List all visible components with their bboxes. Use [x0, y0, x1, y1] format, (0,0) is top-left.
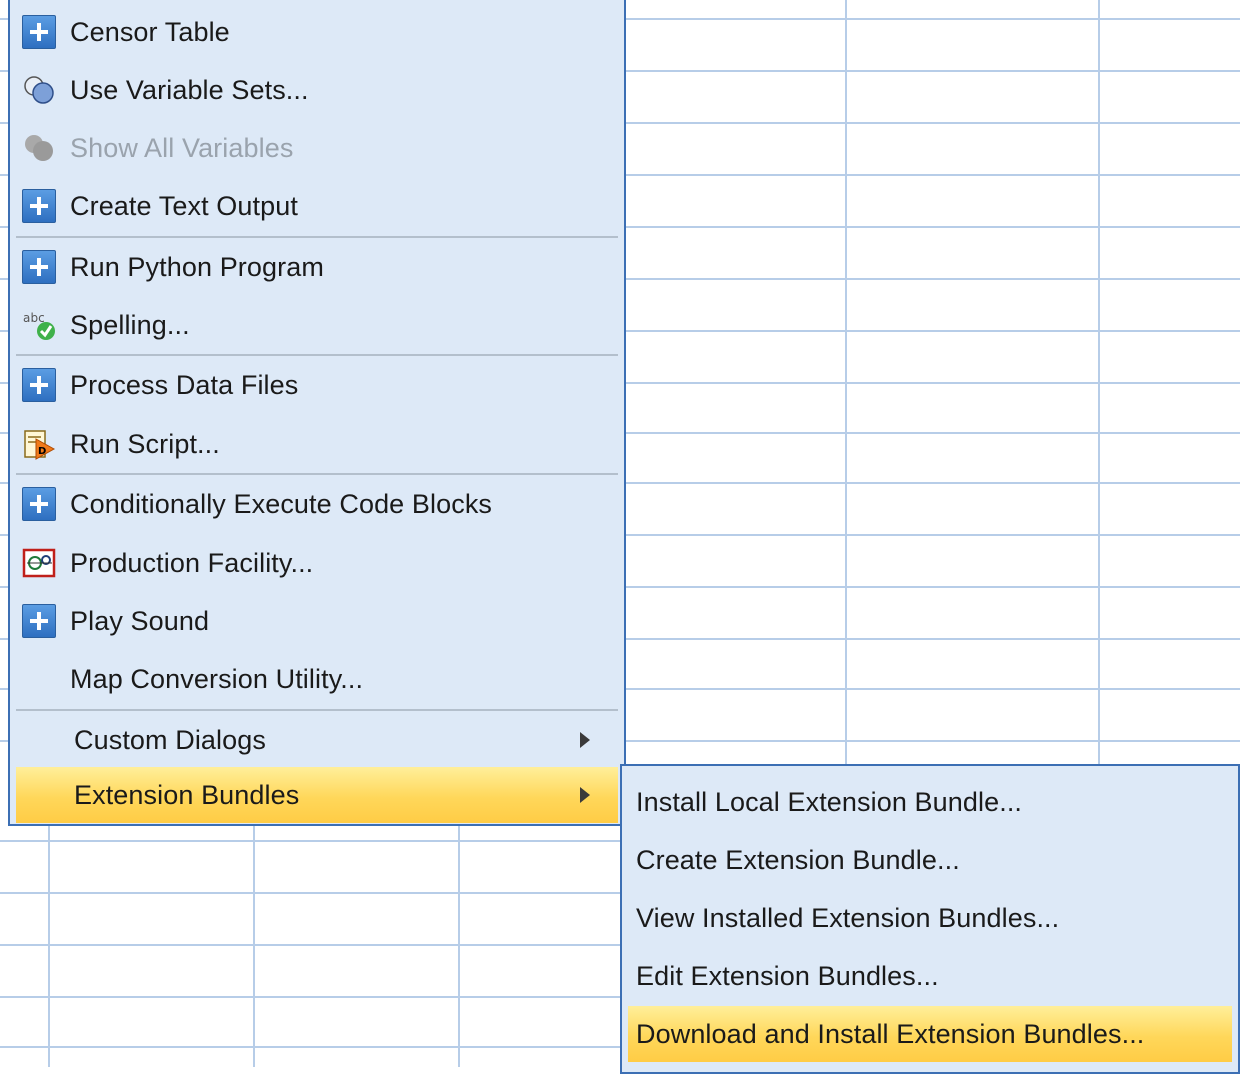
spelling-icon: abc	[22, 308, 56, 342]
plus-icon	[22, 368, 56, 402]
menu-separator	[16, 354, 618, 356]
menu-item-label: Show All Variables	[70, 132, 294, 163]
menu-item-spelling[interactable]: abc Spelling...	[16, 297, 618, 353]
menu-item-label: Create Text Output	[70, 190, 298, 221]
menu-item-use-variable-sets[interactable]: Use Variable Sets...	[16, 62, 618, 118]
menu-item-conditionally-execute-code-blocks[interactable]: Conditionally Execute Code Blocks	[16, 476, 618, 532]
menu-item-label: Censor Table	[70, 16, 230, 47]
menu-item-map-conversion-utility[interactable]: Map Conversion Utility...	[16, 651, 618, 707]
menu-item-label: Map Conversion Utility...	[70, 663, 364, 694]
utilities-menu: Censor Table Use Variable Sets... Show A…	[8, 0, 626, 826]
menu-item-label: Edit Extension Bundles...	[636, 960, 939, 991]
menu-item-label: Download and Install Extension Bundles..…	[636, 1018, 1145, 1049]
menu-separator	[16, 236, 618, 238]
menu-item-censor-table[interactable]: Censor Table	[16, 4, 618, 60]
svg-text:D: D	[38, 446, 46, 457]
menu-item-label: Conditionally Execute Code Blocks	[70, 488, 493, 519]
menu-item-custom-dialogs[interactable]: Custom Dialogs	[16, 712, 618, 768]
menu-item-show-all-variables[interactable]: Show All Variables	[16, 120, 618, 176]
menu-item-download-and-install-extension-bundles[interactable]: Download and Install Extension Bundles..…	[628, 1006, 1232, 1062]
menu-item-label: Play Sound	[70, 605, 210, 636]
production-facility-icon	[22, 546, 56, 580]
menu-item-label: Process Data Files	[70, 369, 299, 400]
menu-item-label: Run Python Program	[70, 251, 324, 282]
submenu-arrow-icon	[580, 732, 590, 748]
menu-item-label: Extension Bundles	[74, 779, 300, 810]
menu-item-label: Production Facility...	[70, 547, 314, 578]
menu-item-create-extension-bundle[interactable]: Create Extension Bundle...	[628, 832, 1232, 888]
show-all-variables-icon	[22, 131, 56, 165]
plus-icon	[22, 15, 56, 49]
menu-item-label: View Installed Extension Bundles...	[636, 902, 1060, 933]
menu-item-install-local-extension-bundle[interactable]: Install Local Extension Bundle...	[628, 774, 1232, 830]
menu-item-process-data-files[interactable]: Process Data Files	[16, 357, 618, 413]
menu-item-label: Create Extension Bundle...	[636, 844, 960, 875]
menu-item-label: Spelling...	[70, 309, 190, 340]
plus-icon	[22, 604, 56, 638]
menu-item-extension-bundles[interactable]: Extension Bundles	[16, 767, 618, 823]
variable-sets-icon	[22, 73, 56, 107]
menu-item-run-python-program[interactable]: Run Python Program	[16, 239, 618, 295]
svg-text:abc: abc	[23, 311, 45, 325]
plus-icon	[22, 487, 56, 521]
menu-item-view-installed-extension-bundles[interactable]: View Installed Extension Bundles...	[628, 890, 1232, 946]
menu-item-label: Run Script...	[70, 428, 220, 459]
submenu-arrow-icon	[580, 787, 590, 803]
menu-item-label: Install Local Extension Bundle...	[636, 786, 1023, 817]
menu-item-edit-extension-bundles[interactable]: Edit Extension Bundles...	[628, 948, 1232, 1004]
menu-separator	[16, 709, 618, 711]
run-script-icon: D	[22, 427, 56, 461]
menu-item-play-sound[interactable]: Play Sound	[16, 593, 618, 649]
extension-bundles-submenu: Install Local Extension Bundle... Create…	[620, 764, 1240, 1074]
menu-item-production-facility[interactable]: Production Facility...	[16, 535, 618, 591]
menu-item-label: Custom Dialogs	[74, 724, 266, 755]
menu-separator	[16, 473, 618, 475]
plus-icon	[22, 250, 56, 284]
plus-icon	[22, 189, 56, 223]
menu-item-label: Use Variable Sets...	[70, 74, 309, 105]
menu-item-run-script[interactable]: D Run Script...	[16, 416, 618, 472]
menu-item-create-text-output[interactable]: Create Text Output	[16, 178, 618, 234]
